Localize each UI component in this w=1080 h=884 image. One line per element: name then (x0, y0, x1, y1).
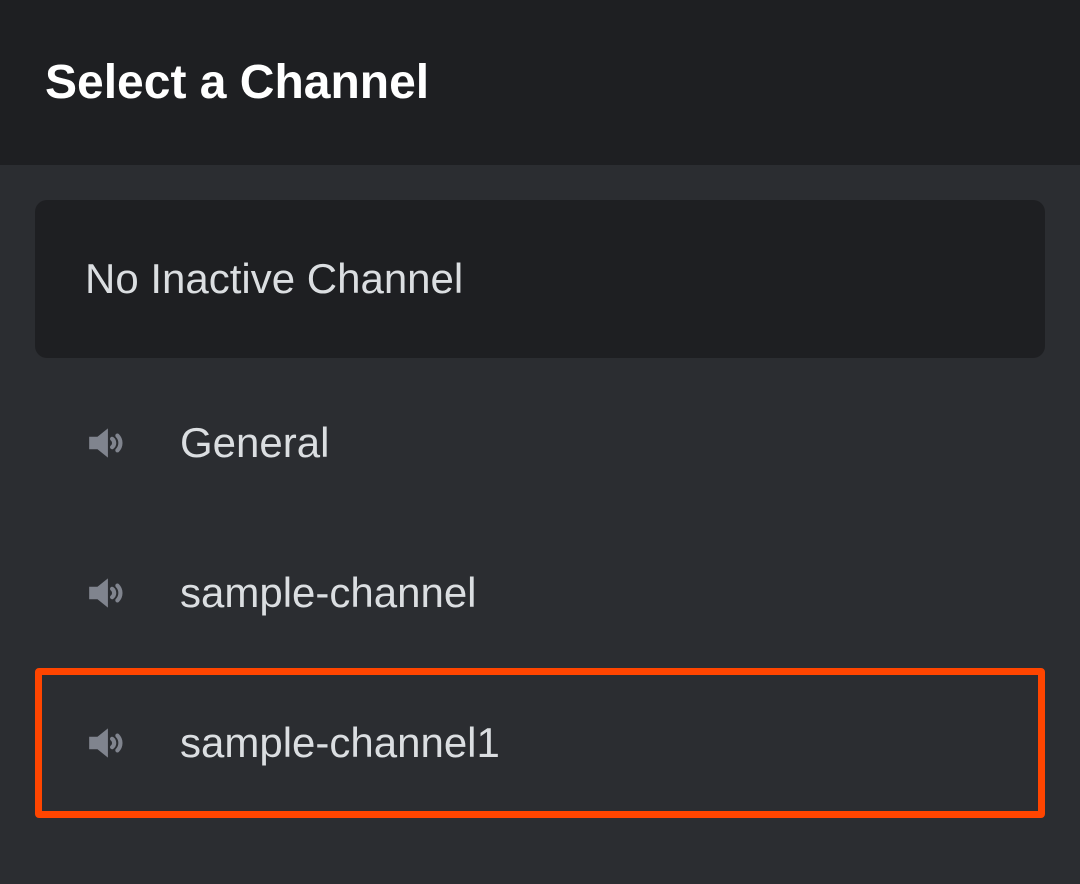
channel-item-general[interactable]: General (35, 368, 1045, 518)
channel-label: sample-channel1 (180, 719, 500, 767)
speaker-icon (85, 418, 135, 468)
no-inactive-channel-option[interactable]: No Inactive Channel (35, 200, 1045, 358)
speaker-icon (85, 718, 135, 768)
header: Select a Channel (0, 0, 1080, 165)
channel-item-sample-channel1[interactable]: sample-channel1 (35, 668, 1045, 818)
channel-list: No Inactive Channel General sample-chann… (0, 165, 1080, 818)
channel-label: General (180, 419, 329, 467)
speaker-icon (85, 568, 135, 618)
channel-label: sample-channel (180, 569, 477, 617)
page-title: Select a Channel (45, 55, 1035, 110)
channel-item-sample-channel[interactable]: sample-channel (35, 518, 1045, 668)
no-inactive-channel-label: No Inactive Channel (85, 255, 463, 302)
